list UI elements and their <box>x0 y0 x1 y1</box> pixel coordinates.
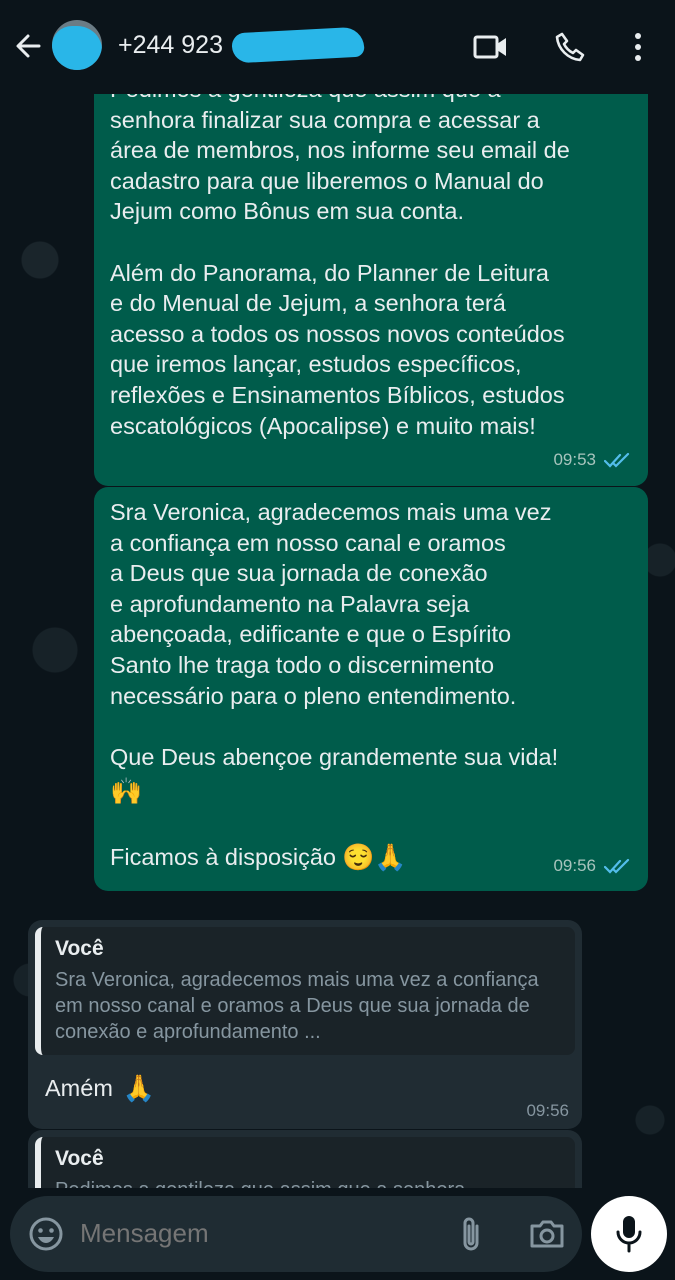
emoji-line: 🙌 <box>110 776 632 808</box>
closing-emojis: 😌🙏 <box>341 842 407 873</box>
quote-author: Você <box>55 1147 104 1170</box>
avatar-redaction <box>52 26 102 70</box>
read-ticks-icon <box>604 453 630 469</box>
contact-avatar[interactable] <box>52 20 102 70</box>
message-text: Amém <box>45 1074 113 1101</box>
message-input-bar <box>10 1196 582 1272</box>
read-ticks-icon <box>604 858 630 874</box>
outgoing-message[interactable]: Sra Veronica, agradecemos mais uma vez a… <box>94 487 648 892</box>
message-meta: 09:53 <box>110 445 632 476</box>
microphone-icon[interactable] <box>591 1196 667 1272</box>
message-time: 09:56 <box>553 855 596 875</box>
camera-icon[interactable] <box>528 1216 566 1252</box>
praying-hands-emoji: 🙏 <box>122 1073 156 1103</box>
quote-text: Sra Veronica, agradecemos mais uma vez a… <box>55 969 539 1043</box>
arrow-left-icon[interactable] <box>10 28 46 64</box>
chat-messages[interactable]: Pedimos a gentileza que assim que a senh… <box>0 94 675 1188</box>
emoji-icon[interactable] <box>28 1216 64 1252</box>
paperclip-icon[interactable] <box>456 1214 486 1254</box>
more-vertical-icon[interactable] <box>619 28 657 66</box>
incoming-message[interactable]: Você Pedimos a gentileza que assim que a… <box>28 1130 582 1188</box>
quote-text: Pedimos a gentileza que assim que a senh… <box>55 1177 561 1188</box>
quoted-message[interactable]: Você Sra Veronica, agradecemos mais uma … <box>35 927 575 1055</box>
message-text: Sra Veronica, agradecemos mais uma vez a… <box>110 499 559 770</box>
message-time: 09:53 <box>553 450 596 470</box>
quoted-message[interactable]: Você Pedimos a gentileza que assim que a… <box>35 1137 575 1188</box>
incoming-message[interactable]: Você Sra Veronica, agradecemos mais uma … <box>28 920 582 1129</box>
message-time: 09:56 <box>526 1101 569 1120</box>
message-input[interactable] <box>80 1218 440 1249</box>
raised-hands-emoji: 🙌 <box>110 776 143 807</box>
message-body: Amém 🙏 <box>35 1055 575 1103</box>
quote-author: Você <box>55 937 104 960</box>
chat-header: +244 923 <box>0 0 675 94</box>
name-redaction <box>231 26 365 64</box>
contact-name[interactable]: +244 923 <box>118 31 223 60</box>
closing-text: Ficamos à disposição <box>110 843 336 870</box>
message-text: Pedimos a gentileza que assim que a senh… <box>110 94 570 439</box>
video-call-icon[interactable] <box>472 28 510 66</box>
phone-icon[interactable] <box>551 28 589 66</box>
outgoing-message[interactable]: Pedimos a gentileza que assim que a senh… <box>94 94 648 486</box>
